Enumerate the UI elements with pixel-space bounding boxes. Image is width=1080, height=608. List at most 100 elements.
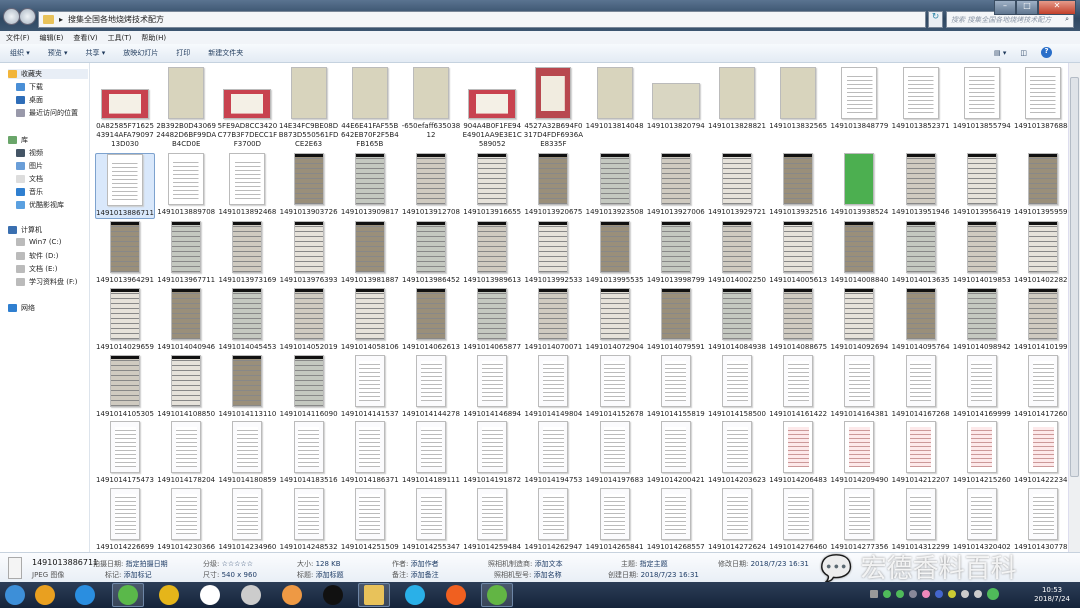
file-item[interactable]: 1491014029659 (95, 288, 155, 352)
file-item[interactable]: 1491014206483 (768, 421, 828, 485)
file-item[interactable]: 1491014215260 (952, 421, 1012, 485)
file-item[interactable]: 1491014272624 (707, 488, 767, 552)
file-item[interactable]: 1491014307789467 (1013, 488, 1068, 552)
sidebar-item[interactable]: 库 (8, 135, 28, 145)
file-item[interactable]: 1491014186371 (340, 421, 400, 485)
file-item[interactable]: 1491014320402 (952, 488, 1012, 552)
file-item[interactable]: 1491014175473 (95, 421, 155, 485)
file-item[interactable]: 1491014248532 (279, 488, 339, 552)
file-item[interactable]: 1491014141537 (340, 355, 400, 419)
minimize-button[interactable]: – (994, 0, 1016, 15)
file-item[interactable]: 1491013929721 (707, 153, 767, 217)
file-item[interactable]: 1491014146894 (462, 355, 522, 419)
file-item[interactable]: 1491014065877 (462, 288, 522, 352)
file-item[interactable]: 1491014105305 (95, 355, 155, 419)
file-item[interactable]: 1491014005613 (768, 221, 828, 285)
refresh-button[interactable]: ↻ (928, 11, 943, 28)
file-item[interactable]: 1491014203623 (707, 421, 767, 485)
comments-field[interactable]: 添加备注 (411, 571, 439, 579)
file-item[interactable]: 5FE9AD8CC3420C77B3F7DECC1FF3700D (217, 67, 277, 149)
file-item[interactable]: 1491014234960 (217, 488, 277, 552)
file-item[interactable]: 1491014072904 (585, 288, 645, 352)
file-item[interactable]: 1491014149804 (523, 355, 583, 419)
file-item[interactable]: 1491013995535 (585, 221, 645, 285)
file-item[interactable]: 1491013976393 (279, 221, 339, 285)
file-item[interactable]: 1491014169999 (952, 355, 1012, 419)
file-item[interactable]: 1491014276460 (768, 488, 828, 552)
sidebar-item[interactable]: 桌面 (16, 95, 43, 105)
sidebar-item[interactable]: 最近访问的位置 (16, 108, 78, 118)
tray-icon[interactable] (909, 590, 917, 598)
file-item[interactable]: 1491014209490 (829, 421, 889, 485)
file-item[interactable]: 1491014265841 (585, 488, 645, 552)
file-item[interactable]: 1491014268557 (646, 488, 706, 552)
file-item[interactable]: 1491013927006 (646, 153, 706, 217)
ie-icon[interactable] (75, 585, 95, 605)
file-item[interactable]: 1491014079591 (646, 288, 706, 352)
network-tray-icon[interactable] (974, 590, 982, 598)
new-folder-button[interactable]: 新建文件夹 (208, 48, 243, 58)
file-item[interactable]: 1491013923508 (585, 153, 645, 217)
file-item[interactable]: 4527A32B694F0317D4FDF6936AE8335F (523, 67, 583, 149)
wechat-icon[interactable] (487, 585, 507, 605)
file-item[interactable]: 1491014180859 (217, 421, 277, 485)
tray-icon[interactable] (870, 590, 878, 598)
file-item[interactable]: 1491014164381 (829, 355, 889, 419)
file-item[interactable]: 1491013938524 (829, 153, 889, 217)
camera-model-field[interactable]: 添加名称 (534, 571, 562, 579)
sidebar-item[interactable]: 计算机 (8, 225, 42, 235)
breadcrumb[interactable]: 搜集全国各地烧烤技术配方 (68, 14, 164, 25)
back-button[interactable] (3, 8, 20, 25)
menu-edit[interactable]: 编辑(E) (40, 33, 64, 43)
close-button[interactable]: ✕ (1038, 0, 1076, 15)
file-item[interactable]: 1491014222345 (1013, 421, 1068, 485)
file-item[interactable]: 1491014167268 (891, 355, 951, 419)
sidebar-item[interactable]: 文档 (16, 174, 43, 184)
file-item[interactable]: 1491013848779 (829, 67, 889, 131)
file-item[interactable]: 1491013892468 (217, 153, 277, 217)
sidebar-item[interactable]: 图片 (16, 161, 43, 171)
file-item[interactable]: 1491014045453 (217, 288, 277, 352)
sidebar-item[interactable]: 文档 (E:) (16, 264, 57, 274)
date-taken-field[interactable]: 指定拍摄日期 (126, 560, 168, 568)
file-item[interactable]: 1491013820794 (646, 67, 706, 131)
file-item[interactable]: 1491014084938 (707, 288, 767, 352)
file-item[interactable]: 1491013992533 (523, 221, 583, 285)
file-item[interactable]: 1491014008840 (829, 221, 889, 285)
menu-help[interactable]: 帮助(H) (141, 33, 166, 43)
file-item[interactable]: 1491014262947 (523, 488, 583, 552)
slideshow-button[interactable]: 放映幻灯片 (123, 48, 158, 58)
volume-icon[interactable] (961, 590, 969, 598)
file-item[interactable]: 1491014002250 (707, 221, 767, 285)
clock[interactable]: 10:53 2018/7/24 (1034, 586, 1070, 604)
file-item[interactable]: 1491014152678 (585, 355, 645, 419)
title-field[interactable]: 添加标题 (316, 571, 344, 579)
file-item[interactable]: 1491014255347 (401, 488, 461, 552)
file-item[interactable]: 1491013967711 (156, 221, 216, 285)
file-item[interactable]: 1491014230366 (156, 488, 216, 552)
file-item[interactable]: 1491014108850 (156, 355, 216, 419)
sidebar-item[interactable]: 网络 (8, 303, 35, 313)
file-item[interactable]: 1491013998799 (646, 221, 706, 285)
tray-icon[interactable] (987, 588, 999, 600)
sidebar-item[interactable]: Win7 (C:) (16, 238, 62, 246)
file-item[interactable]: 904A4B0F1FE94E4901AA9E3E1C589052 (462, 67, 522, 149)
file-item[interactable]: 14E34FC9BE08DB873D550561FDCE2E63 (279, 67, 339, 149)
file-item[interactable]: 1491014194753 (523, 421, 583, 485)
camera-maker-field[interactable]: 添加文本 (535, 560, 563, 568)
file-item[interactable]: 1491014095764 (891, 288, 951, 352)
file-item[interactable]: 1491014172600 (1013, 355, 1068, 419)
file-item[interactable]: 1491014088675 (768, 288, 828, 352)
file-item[interactable]: 1491013814048 (585, 67, 645, 131)
uc-browser-icon[interactable] (446, 585, 466, 605)
file-item[interactable]: 1491014259484 (462, 488, 522, 552)
subject-field[interactable]: 指定主题 (640, 560, 668, 568)
file-item[interactable]: 1491013956419 (952, 153, 1012, 217)
sidebar-item[interactable]: 音乐 (16, 187, 43, 197)
file-item[interactable]: 1491014144278 (401, 355, 461, 419)
file-item[interactable]: 1491013981887 (340, 221, 400, 285)
author-field[interactable]: 添加作者 (411, 560, 439, 568)
share-button[interactable]: 共享 ▾ (86, 48, 106, 58)
file-item[interactable]: 1491013886711 (95, 153, 155, 219)
video-player-icon[interactable] (405, 585, 425, 605)
